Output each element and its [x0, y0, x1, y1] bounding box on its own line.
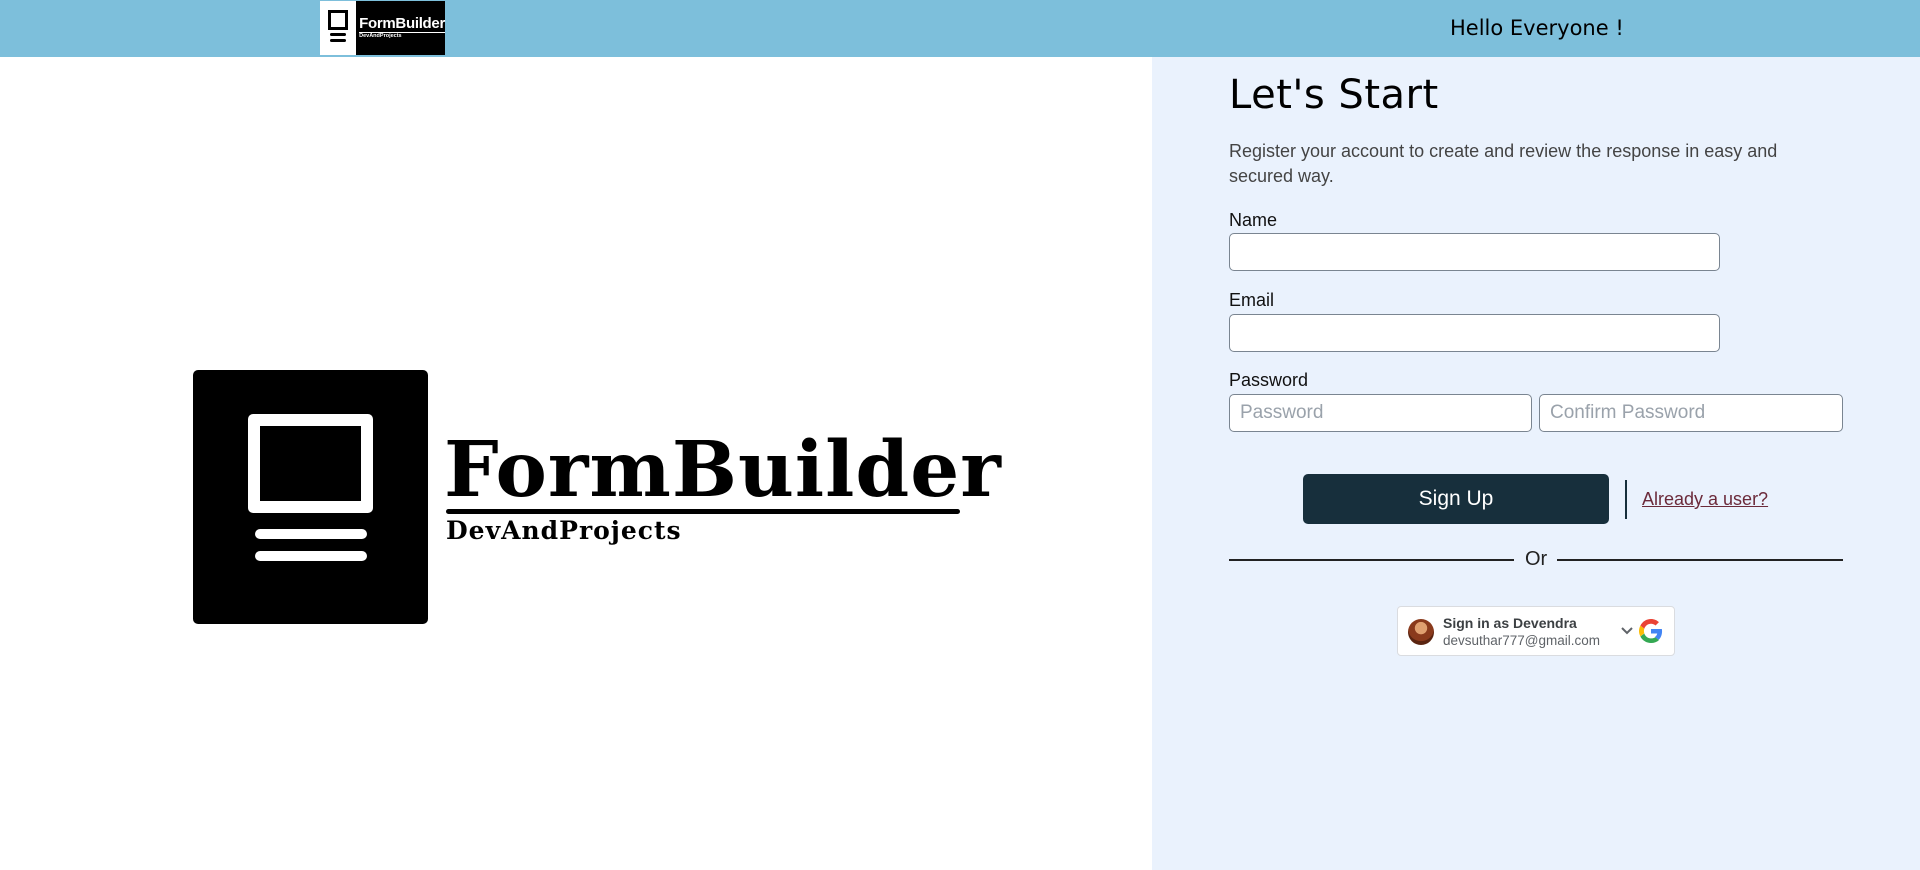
- chevron-down-icon[interactable]: [1620, 626, 1634, 636]
- greeting-text: Hello Everyone !: [1450, 16, 1624, 40]
- name-field[interactable]: [1229, 233, 1720, 271]
- divider: [1557, 559, 1843, 561]
- email-label: Email: [1229, 290, 1275, 310]
- already-user-link[interactable]: Already a user?: [1642, 489, 1768, 510]
- or-separator-text: Or: [1525, 548, 1548, 570]
- divider: [1625, 480, 1627, 519]
- navbar-logo-title: FormBuilder: [359, 15, 445, 34]
- hero-logo-title: FormBuilder: [444, 425, 1002, 515]
- google-icon: [1639, 619, 1663, 643]
- divider: [1229, 559, 1514, 561]
- email-field[interactable]: [1229, 314, 1720, 352]
- top-navbar: FormBuilder DevAndProjects Hello Everyon…: [0, 0, 1920, 57]
- confirm-password-field[interactable]: [1539, 394, 1843, 432]
- page-description: Register your account to create and revi…: [1229, 141, 1778, 186]
- avatar: [1408, 619, 1434, 645]
- password-label: Password: [1229, 370, 1309, 390]
- name-label: Name: [1229, 210, 1278, 230]
- password-field[interactable]: [1229, 394, 1532, 432]
- google-signin-title: Sign in as Devendra: [1443, 615, 1577, 631]
- hero-logo-underline: [446, 509, 960, 514]
- navbar-logo-subtitle: DevAndProjects: [359, 33, 402, 40]
- google-signin-email: devsuthar777@gmail.com: [1443, 633, 1601, 648]
- form-icon: [193, 370, 428, 624]
- hero-logo-subtitle: DevAndProjects: [446, 516, 682, 545]
- google-signin-button[interactable]: Sign in as Devendra devsuthar777@gmail.c…: [1397, 606, 1675, 656]
- signup-button[interactable]: Sign Up: [1303, 474, 1609, 524]
- form-icon: [320, 1, 357, 55]
- page-title: Let's Start: [1229, 72, 1439, 118]
- navbar-logo[interactable]: FormBuilder DevAndProjects: [320, 1, 445, 55]
